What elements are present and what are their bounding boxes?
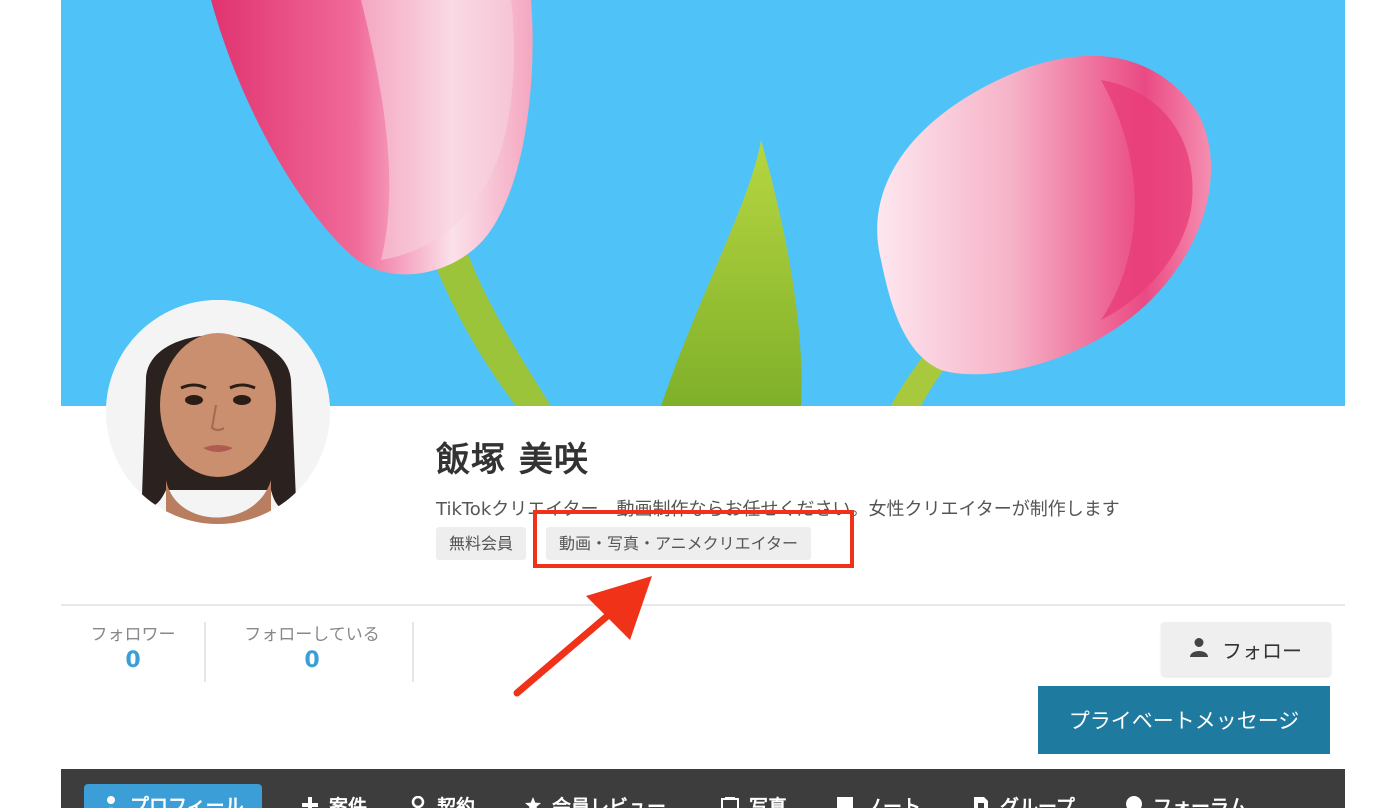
profile-name: 飯塚 美咲 — [436, 440, 589, 480]
profile-tab-bar: プロフィール 案件 契約 会員レビュー 写真 ノート グループ フォーラム — [61, 769, 1345, 808]
tab-label: ノート — [864, 795, 922, 808]
tab-groups[interactable]: グループ — [954, 785, 1093, 808]
group-icon — [972, 796, 990, 808]
tab-notes[interactable]: ノート — [818, 785, 939, 808]
plus-icon — [301, 796, 319, 808]
tab-label: 写真 — [749, 795, 788, 808]
user-icon — [102, 795, 120, 808]
tab-label: グループ — [1000, 795, 1075, 808]
tab-profile[interactable]: プロフィール — [84, 784, 262, 808]
tab-label: 会員レビュー — [552, 795, 667, 808]
followers-label: フォロワー — [90, 625, 176, 645]
pin-icon — [409, 795, 427, 808]
tab-label: 契約 — [437, 795, 476, 808]
followers-count[interactable]: 0 — [83, 648, 183, 673]
photo-icon — [721, 796, 739, 808]
tab-contracts[interactable]: 契約 — [391, 785, 493, 808]
tab-member-reviews[interactable]: 会員レビュー — [506, 785, 684, 808]
profile-avatar[interactable] — [106, 300, 330, 524]
tab-label: 案件 — [329, 795, 368, 808]
tab-label: プロフィール — [130, 794, 244, 808]
tab-label: フォーラム — [1153, 795, 1248, 808]
tab-photos[interactable]: 写真 — [703, 785, 805, 808]
star-icon — [524, 796, 542, 808]
follow-button-label: フォロー — [1222, 638, 1302, 663]
private-message-button[interactable]: プライベートメッセージ — [1038, 686, 1330, 754]
following-stat[interactable]: フォローしている 0 — [232, 620, 392, 673]
member-type-badge: 無料会員 — [436, 527, 527, 560]
follow-button[interactable]: フォロー — [1161, 622, 1331, 676]
user-icon — [1190, 637, 1208, 662]
comment-icon — [1125, 796, 1143, 808]
stat-separator — [204, 622, 206, 682]
note-icon — [836, 796, 854, 808]
tab-forum[interactable]: フォーラム — [1107, 785, 1265, 808]
annotation-highlight-box — [533, 510, 854, 568]
following-label: フォローしている — [244, 625, 380, 645]
section-divider — [61, 604, 1345, 606]
following-count[interactable]: 0 — [232, 648, 392, 673]
stat-separator — [412, 622, 414, 682]
followers-stat[interactable]: フォロワー 0 — [83, 620, 183, 673]
tab-projects[interactable]: 案件 — [283, 785, 385, 808]
